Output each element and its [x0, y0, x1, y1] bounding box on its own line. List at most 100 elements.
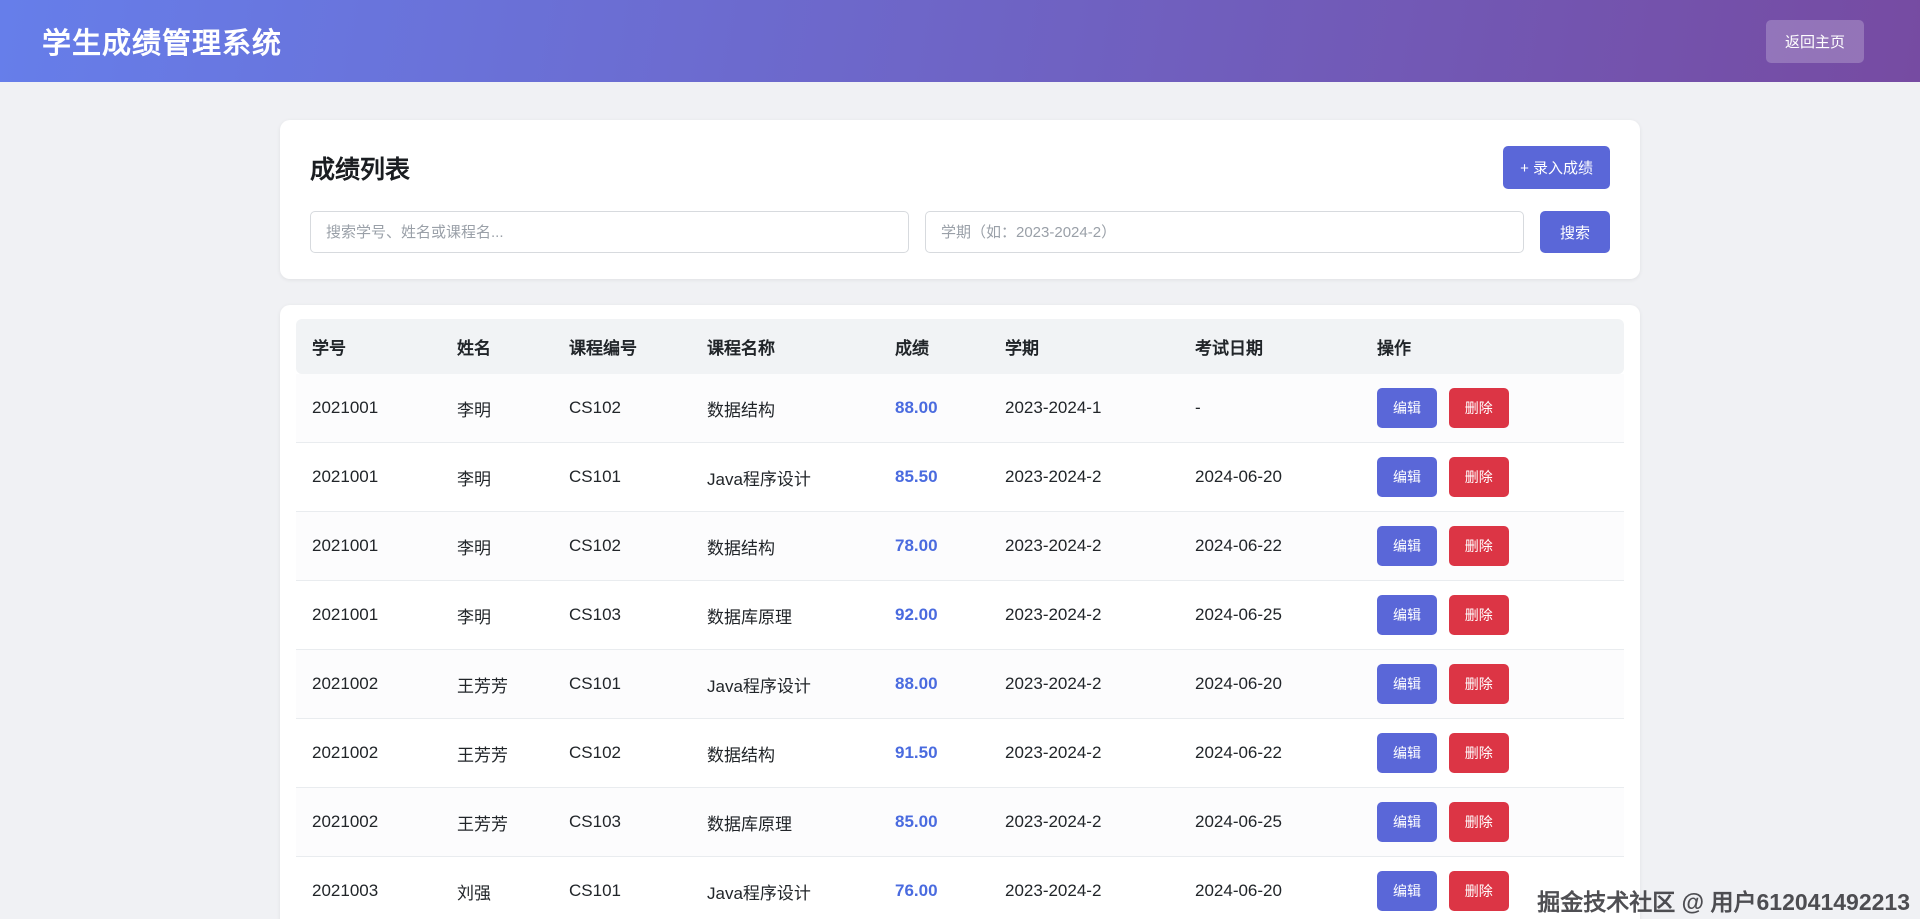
- delete-button[interactable]: 删除: [1449, 664, 1509, 704]
- cell-operations: 编辑 删除: [1361, 788, 1624, 857]
- cell-operations: 编辑 删除: [1361, 581, 1624, 650]
- edit-button[interactable]: 编辑: [1377, 802, 1437, 842]
- search-row: 搜索: [310, 211, 1610, 253]
- cell-exam-date: 2024-06-25: [1179, 581, 1361, 650]
- table-row: 2021001 李明 CS103 数据库原理 92.00 2023-2024-2…: [296, 581, 1624, 650]
- cell-course-id: CS101: [553, 650, 691, 719]
- cell-operations: 编辑 删除: [1361, 650, 1624, 719]
- table-row: 2021002 王芳芳 CS102 数据结构 91.50 2023-2024-2…: [296, 719, 1624, 788]
- cell-name: 李明: [441, 374, 553, 443]
- cell-exam-date: 2024-06-20: [1179, 443, 1361, 512]
- cell-score: 85.50: [879, 443, 989, 512]
- column-header-course-id: 课程编号: [553, 319, 691, 374]
- cell-course-name: 数据结构: [691, 374, 879, 443]
- column-header-semester: 学期: [989, 319, 1179, 374]
- column-header-score: 成绩: [879, 319, 989, 374]
- cell-course-id: CS103: [553, 788, 691, 857]
- table-row: 2021001 李明 CS101 Java程序设计 85.50 2023-202…: [296, 443, 1624, 512]
- cell-semester: 2023-2024-2: [989, 443, 1179, 512]
- main-container: 成绩列表 + 录入成绩 搜索 学号 姓名 课程编号 课程名称 成绩: [280, 120, 1640, 919]
- cell-exam-date: -: [1179, 374, 1361, 443]
- cell-name: 王芳芳: [441, 788, 553, 857]
- cell-student-id: 2021001: [296, 512, 441, 581]
- delete-button[interactable]: 删除: [1449, 595, 1509, 635]
- cell-exam-date: 2024-06-20: [1179, 650, 1361, 719]
- cell-semester: 2023-2024-2: [989, 650, 1179, 719]
- cell-exam-date: 2024-06-25: [1179, 788, 1361, 857]
- edit-button[interactable]: 编辑: [1377, 733, 1437, 773]
- cell-course-name: 数据库原理: [691, 581, 879, 650]
- cell-course-id: CS102: [553, 512, 691, 581]
- grades-toolbar-card: 成绩列表 + 录入成绩 搜索: [280, 120, 1640, 279]
- cell-score: 76.00: [879, 857, 989, 919]
- semester-input[interactable]: [925, 211, 1524, 253]
- grades-table-card: 学号 姓名 课程编号 课程名称 成绩 学期 考试日期 操作 2021001 李明…: [280, 305, 1640, 919]
- cell-course-name: 数据结构: [691, 512, 879, 581]
- cell-student-id: 2021001: [296, 374, 441, 443]
- cell-exam-date: 2024-06-22: [1179, 719, 1361, 788]
- delete-button[interactable]: 删除: [1449, 388, 1509, 428]
- cell-student-id: 2021001: [296, 581, 441, 650]
- cell-name: 李明: [441, 512, 553, 581]
- search-input[interactable]: [310, 211, 909, 253]
- cell-semester: 2023-2024-2: [989, 788, 1179, 857]
- cell-student-id: 2021002: [296, 719, 441, 788]
- grades-table-head: 学号 姓名 课程编号 课程名称 成绩 学期 考试日期 操作: [296, 319, 1624, 374]
- cell-score: 88.00: [879, 374, 989, 443]
- toolbar-top-row: 成绩列表 + 录入成绩: [310, 146, 1610, 189]
- delete-button[interactable]: 删除: [1449, 871, 1509, 911]
- edit-button[interactable]: 编辑: [1377, 871, 1437, 911]
- cell-course-name: 数据库原理: [691, 788, 879, 857]
- cell-semester: 2023-2024-2: [989, 512, 1179, 581]
- edit-button[interactable]: 编辑: [1377, 526, 1437, 566]
- cell-exam-date: 2024-06-22: [1179, 512, 1361, 581]
- table-row: 2021002 王芳芳 CS101 Java程序设计 88.00 2023-20…: [296, 650, 1624, 719]
- cell-course-id: CS102: [553, 719, 691, 788]
- back-home-button[interactable]: 返回主页: [1766, 20, 1864, 63]
- cell-name: 王芳芳: [441, 719, 553, 788]
- panel-title: 成绩列表: [310, 150, 410, 186]
- cell-semester: 2023-2024-2: [989, 581, 1179, 650]
- app-title: 学生成绩管理系统: [42, 20, 282, 62]
- cell-name: 李明: [441, 443, 553, 512]
- delete-button[interactable]: 删除: [1449, 733, 1509, 773]
- cell-exam-date: 2024-06-20: [1179, 857, 1361, 919]
- cell-score: 78.00: [879, 512, 989, 581]
- column-header-exam-date: 考试日期: [1179, 319, 1361, 374]
- delete-button[interactable]: 删除: [1449, 526, 1509, 566]
- cell-score: 88.00: [879, 650, 989, 719]
- cell-semester: 2023-2024-1: [989, 374, 1179, 443]
- cell-semester: 2023-2024-2: [989, 857, 1179, 919]
- search-button[interactable]: 搜索: [1540, 211, 1610, 253]
- add-grade-button[interactable]: + 录入成绩: [1503, 146, 1610, 189]
- cell-name: 李明: [441, 581, 553, 650]
- edit-button[interactable]: 编辑: [1377, 664, 1437, 704]
- edit-button[interactable]: 编辑: [1377, 457, 1437, 497]
- cell-score: 85.00: [879, 788, 989, 857]
- app-header: 学生成绩管理系统 返回主页: [0, 0, 1920, 82]
- cell-course-id: CS101: [553, 857, 691, 919]
- cell-semester: 2023-2024-2: [989, 719, 1179, 788]
- table-row: 2021002 王芳芳 CS103 数据库原理 85.00 2023-2024-…: [296, 788, 1624, 857]
- cell-name: 刘强: [441, 857, 553, 919]
- cell-score: 92.00: [879, 581, 989, 650]
- cell-course-id: CS103: [553, 581, 691, 650]
- cell-operations: 编辑 删除: [1361, 719, 1624, 788]
- cell-operations: 编辑 删除: [1361, 512, 1624, 581]
- edit-button[interactable]: 编辑: [1377, 388, 1437, 428]
- column-header-operations: 操作: [1361, 319, 1624, 374]
- edit-button[interactable]: 编辑: [1377, 595, 1437, 635]
- cell-operations: 编辑 删除: [1361, 857, 1624, 919]
- table-row: 2021001 李明 CS102 数据结构 88.00 2023-2024-1 …: [296, 374, 1624, 443]
- cell-score: 91.50: [879, 719, 989, 788]
- cell-operations: 编辑 删除: [1361, 443, 1624, 512]
- delete-button[interactable]: 删除: [1449, 457, 1509, 497]
- column-header-course-name: 课程名称: [691, 319, 879, 374]
- delete-button[interactable]: 删除: [1449, 802, 1509, 842]
- cell-course-name: Java程序设计: [691, 443, 879, 512]
- cell-student-id: 2021001: [296, 443, 441, 512]
- cell-course-id: CS102: [553, 374, 691, 443]
- column-header-name: 姓名: [441, 319, 553, 374]
- cell-student-id: 2021003: [296, 857, 441, 919]
- table-row: 2021001 李明 CS102 数据结构 78.00 2023-2024-2 …: [296, 512, 1624, 581]
